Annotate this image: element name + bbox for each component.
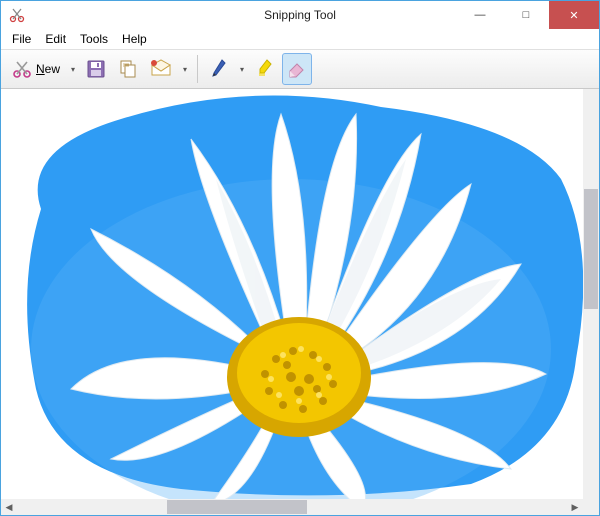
copy-icon: [118, 59, 138, 79]
content-area: ◀ ▶: [1, 89, 599, 515]
horizontal-scrollbar[interactable]: ◀ ▶: [1, 499, 583, 515]
horizontal-scroll-track[interactable]: [17, 499, 567, 515]
window-controls: — □ ✕: [457, 1, 599, 29]
send-dropdown[interactable]: ▾: [179, 65, 191, 74]
menu-tools[interactable]: Tools: [73, 30, 115, 48]
new-snip-button[interactable]: New: [7, 53, 65, 85]
new-snip-dropdown[interactable]: ▾: [67, 65, 79, 74]
menu-edit[interactable]: Edit: [38, 30, 73, 48]
vertical-scrollbar[interactable]: [583, 89, 599, 499]
vertical-scroll-thumb[interactable]: [584, 189, 598, 309]
highlighter-button[interactable]: [250, 53, 280, 85]
toolbar: New ▾ ▾: [1, 49, 599, 89]
snipping-tool-window: Snipping Tool — □ ✕ File Edit Tools Help…: [0, 0, 600, 516]
horizontal-scroll-thumb[interactable]: [167, 500, 307, 514]
app-scissors-icon: [7, 5, 27, 25]
menubar: File Edit Tools Help: [1, 29, 599, 49]
maximize-button[interactable]: □: [503, 1, 549, 29]
highlighter-icon: [256, 59, 274, 79]
save-icon: [86, 59, 106, 79]
copy-button[interactable]: [113, 53, 143, 85]
minimize-button[interactable]: —: [457, 1, 503, 29]
scroll-left-arrow[interactable]: ◀: [1, 502, 17, 513]
pen-icon: [210, 59, 228, 79]
menu-help[interactable]: Help: [115, 30, 154, 48]
pen-dropdown[interactable]: ▾: [236, 65, 248, 74]
scroll-corner: [583, 499, 599, 515]
send-button[interactable]: [145, 53, 177, 85]
toolbar-separator: [197, 55, 198, 83]
eraser-icon: [287, 59, 307, 79]
snip-image-daisy: [1, 89, 583, 499]
titlebar: Snipping Tool — □ ✕: [1, 1, 599, 29]
close-button[interactable]: ✕: [549, 1, 599, 29]
send-icon: [150, 59, 172, 79]
eraser-button[interactable]: [282, 53, 312, 85]
snip-canvas[interactable]: [1, 89, 583, 499]
new-button-label: New: [36, 62, 60, 76]
scroll-right-arrow[interactable]: ▶: [567, 502, 583, 513]
menu-file[interactable]: File: [5, 30, 38, 48]
scissors-icon: [12, 59, 32, 79]
pen-button[interactable]: [204, 53, 234, 85]
save-button[interactable]: [81, 53, 111, 85]
